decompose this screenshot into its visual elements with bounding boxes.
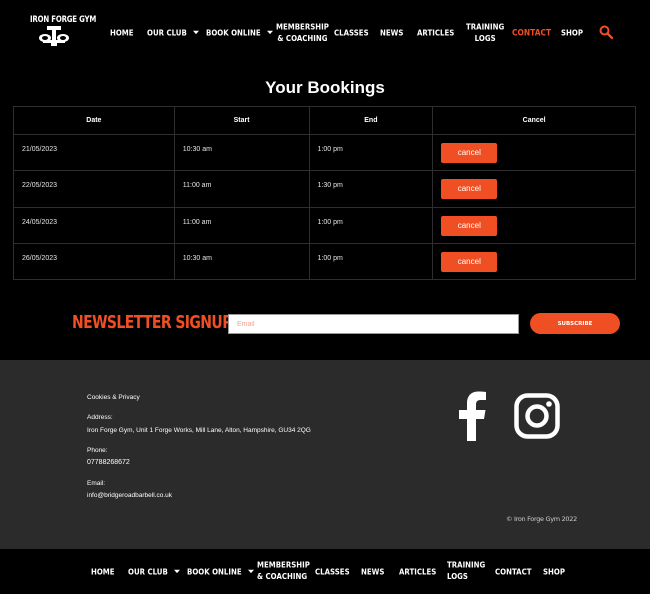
booking-start: 10:30 am: [173, 242, 310, 281]
nav-shop[interactable]: SHOP: [561, 27, 583, 39]
column-header-start: Start: [173, 106, 310, 135]
booking-end: 1:00 pm: [308, 133, 434, 172]
footer-nav-training-line2: LOGS: [447, 572, 468, 582]
address-value: Iron Forge Gym, Unit 1 Forge Works, Mill…: [87, 427, 311, 434]
phone-label: Phone:: [87, 447, 108, 454]
caret-down-icon: [173, 569, 180, 574]
footer-nav-training-logs[interactable]: TRAINING LOGS: [447, 560, 485, 583]
nav-classes-label: CLASSES: [334, 28, 369, 38]
subscribe-button[interactable]: SUBSCRIBE: [530, 313, 620, 334]
caret-down-icon: [266, 30, 273, 35]
booking-end: 1:00 pm: [308, 242, 434, 281]
email-label: Email:: [87, 480, 106, 487]
nav-home-label: HOME: [110, 28, 134, 38]
facebook-icon[interactable]: [457, 391, 487, 441]
booking-start: 10:30 am: [173, 133, 310, 172]
site-header: IRON FORGE GYM HOME OUR CLUB BOOK ONLINE…: [0, 0, 650, 64]
address-label: Address:: [87, 414, 113, 421]
nav-news-label: NEWS: [380, 28, 404, 38]
footer-nav-book-online-label: BOOK ONLINE: [187, 567, 242, 577]
footer-nav-contact[interactable]: CONTACT: [495, 566, 532, 578]
footer-nav-contact-label: CONTACT: [495, 567, 532, 577]
newsletter-title: NEWSLETTER SIGNUP: [72, 313, 232, 333]
cancel-booking-button[interactable]: cancel: [441, 143, 498, 163]
copyright-text: © Iron Forge Gym 2022: [506, 515, 577, 523]
footer-nav-classes[interactable]: CLASSES: [315, 566, 350, 578]
nav-shop-label: SHOP: [561, 28, 583, 38]
hammer-logo-icon: [39, 26, 69, 46]
nav-our-club[interactable]: OUR CLUB: [147, 27, 199, 39]
footer-nav-shop-label: SHOP: [543, 567, 565, 577]
footer-nav-membership-line2: & COACHING: [257, 572, 308, 582]
nav-home[interactable]: HOME: [110, 27, 134, 39]
booking-cancel-cell: cancel: [432, 206, 636, 244]
nav-articles[interactable]: ARTICLES: [417, 27, 454, 39]
page-title: Your Bookings: [265, 78, 385, 97]
nav-training-line1: TRAINING: [466, 22, 505, 32]
nav-book-online-label: BOOK ONLINE: [206, 28, 261, 38]
footer-nav: HOME OUR CLUB BOOK ONLINE MEMBERSHIP & CO…: [0, 549, 650, 594]
booking-date: 24/05/2023: [13, 206, 175, 244]
footer-nav-our-club-label: OUR CLUB: [128, 567, 168, 577]
footer-nav-home-label: HOME: [91, 567, 115, 577]
nav-membership-line2: & COACHING: [277, 34, 328, 44]
search-icon[interactable]: [599, 25, 613, 39]
table-row: 22/05/2023 11:00 am 1:30 pm cancel: [13, 170, 636, 208]
table-row: 21/05/2023 10:30 am 1:00 pm cancel: [13, 133, 636, 172]
booking-cancel-cell: cancel: [432, 242, 636, 281]
nav-training-line2: LOGS: [474, 34, 496, 44]
booking-date: 21/05/2023: [13, 133, 175, 172]
phone-value: 07788268672: [87, 459, 130, 466]
footer-nav-articles-label: ARTICLES: [399, 567, 437, 577]
footer-nav-classes-label: CLASSES: [315, 567, 350, 577]
table-row: 24/05/2023 11:00 am 1:00 pm cancel: [13, 206, 636, 244]
footer-nav-book-online[interactable]: BOOK ONLINE: [187, 566, 254, 578]
footer-nav-membership-coaching[interactable]: MEMBERSHIP & COACHING: [257, 560, 310, 583]
footer-nav-home[interactable]: HOME: [91, 566, 115, 578]
instagram-icon[interactable]: [514, 393, 560, 439]
logo[interactable]: IRON FORGE GYM: [30, 14, 97, 48]
nav-training-logs[interactable]: TRAINING LOGS: [466, 22, 504, 45]
nav-contact[interactable]: CONTACT: [512, 27, 551, 39]
column-header-date: Date: [13, 106, 175, 135]
footer-nav-our-club[interactable]: OUR CLUB: [128, 566, 180, 578]
footer-nav-news[interactable]: NEWS: [361, 566, 384, 578]
cancel-booking-button[interactable]: cancel: [441, 251, 498, 272]
booking-start: 11:00 am: [173, 206, 310, 244]
footer-nav-training-line1: TRAINING: [447, 560, 486, 570]
booking-date: 22/05/2023: [13, 170, 175, 208]
cookies-privacy-link[interactable]: Cookies & Privacy: [87, 394, 140, 401]
footer-nav-news-label: NEWS: [361, 567, 385, 577]
nav-membership-line1: MEMBERSHIP: [276, 22, 329, 32]
table-header-row: Date Start End Cancel: [13, 106, 636, 135]
nav-classes[interactable]: CLASSES: [334, 27, 369, 39]
newsletter-email-input[interactable]: [228, 314, 519, 334]
booking-start: 11:00 am: [173, 170, 310, 208]
cancel-booking-button[interactable]: cancel: [441, 215, 498, 236]
nav-contact-label: CONTACT: [512, 27, 552, 38]
footer-nav-shop[interactable]: SHOP: [543, 566, 565, 578]
bookings-table: Date Start End Cancel 21/05/2023 10:30 a…: [13, 106, 636, 281]
footer-nav-membership-line1: MEMBERSHIP: [257, 560, 310, 570]
nav-our-club-label: OUR CLUB: [147, 28, 187, 38]
booking-cancel-cell: cancel: [432, 133, 636, 172]
nav-membership-coaching[interactable]: MEMBERSHIP & COACHING: [276, 22, 329, 45]
cancel-booking-button[interactable]: cancel: [441, 179, 498, 200]
column-header-end: End: [308, 106, 434, 135]
caret-down-icon: [192, 30, 199, 35]
table-row: 26/05/2023 10:30 am 1:00 pm cancel: [13, 242, 636, 281]
booking-date: 26/05/2023: [13, 242, 175, 281]
nav-news[interactable]: NEWS: [380, 27, 403, 39]
caret-down-icon: [247, 569, 254, 574]
booking-end: 1:30 pm: [308, 170, 434, 208]
footer-nav-articles[interactable]: ARTICLES: [399, 566, 436, 578]
booking-end: 1:00 pm: [308, 206, 434, 244]
booking-cancel-cell: cancel: [432, 170, 636, 208]
nav-book-online[interactable]: BOOK ONLINE: [206, 27, 273, 39]
nav-articles-label: ARTICLES: [417, 28, 455, 38]
column-header-cancel: Cancel: [432, 106, 636, 135]
email-link[interactable]: info@bridgeroadbarbell.co.uk: [87, 492, 172, 499]
logo-text: IRON FORGE GYM: [30, 14, 97, 25]
